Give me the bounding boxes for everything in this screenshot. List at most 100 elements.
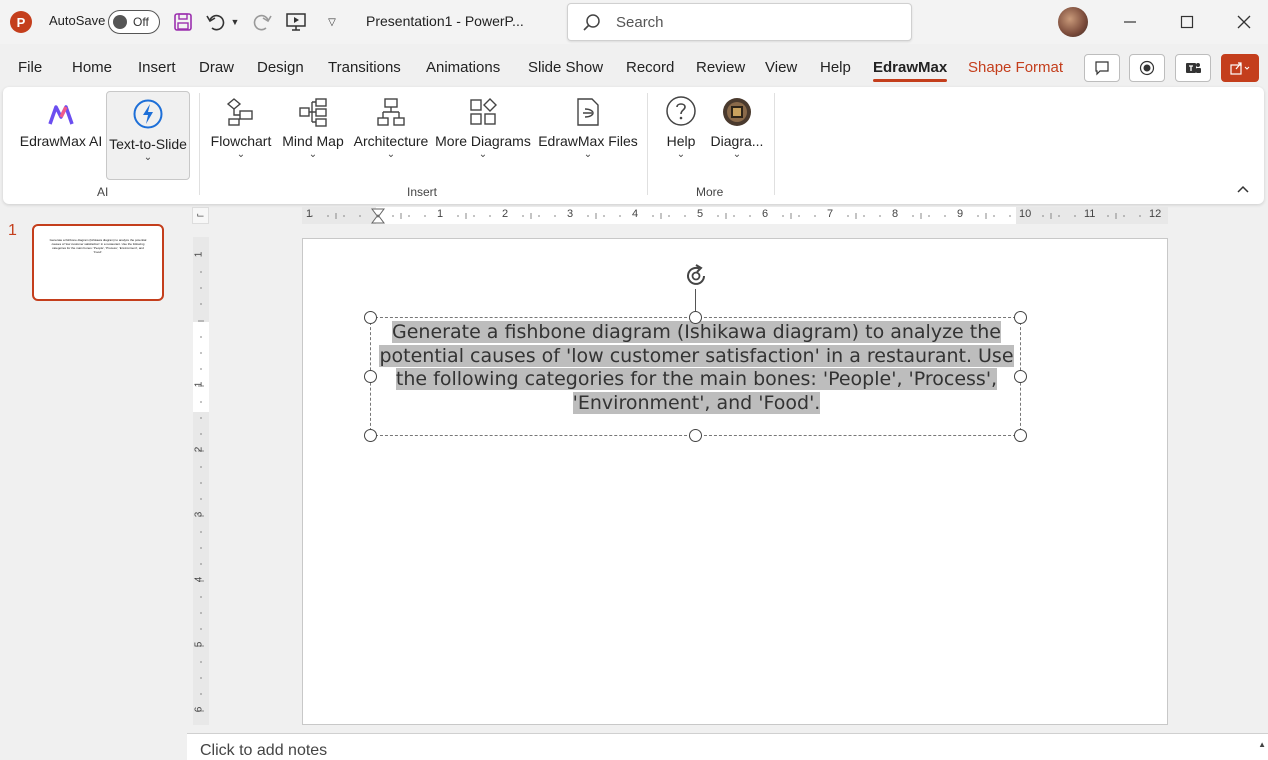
ruler-number: 8 — [892, 208, 899, 220]
resize-handle-bottom-right[interactable] — [1014, 429, 1027, 442]
thumbnail-text: Generate a fishbone diagram (Ishikawa di… — [49, 238, 147, 254]
present-from-beginning-icon[interactable] — [284, 10, 308, 34]
minimize-icon[interactable] — [1115, 8, 1145, 36]
undo-dropdown-icon[interactable]: ▼ — [228, 10, 242, 34]
tab-transitions[interactable]: Transitions — [328, 59, 401, 76]
tab-record[interactable]: Record — [626, 59, 674, 76]
chevron-down-icon: ⌄ — [478, 149, 488, 160]
edrawmax-ai-button[interactable]: EdrawMax AI — [15, 87, 107, 149]
undo-icon[interactable] — [204, 10, 228, 34]
tab-edrawmax[interactable]: EdrawMax — [873, 59, 948, 82]
ruler-number: 2 — [502, 208, 509, 220]
ruler-number: 1 — [193, 381, 205, 388]
teams-present-button[interactable] — [1175, 54, 1211, 82]
edrawmax-ai-label: EdrawMax AI — [19, 133, 103, 149]
chevron-down-icon: ⌄ — [583, 149, 593, 160]
autosave-state: Off — [133, 15, 149, 29]
comments-button[interactable] — [1084, 54, 1120, 82]
text-line: Generate a fishbone diagram (Ishikawa di… — [392, 321, 1001, 343]
flowchart-label: Flowchart — [210, 133, 272, 149]
help-label: Help — [666, 133, 696, 149]
tab-review[interactable]: Review — [696, 59, 745, 76]
more-diagrams-button[interactable]: More Diagrams ⌄ — [433, 87, 533, 160]
selected-text-box[interactable]: Generate a fishbone diagram (Ishikawa di… — [370, 317, 1021, 436]
redo-icon[interactable] — [250, 10, 274, 34]
chevron-down-icon: ⌄ — [386, 149, 396, 160]
tab-insert[interactable]: Insert — [138, 59, 176, 76]
text-to-slide-button[interactable]: Text-to-Slide ⌄ — [106, 91, 190, 180]
resize-handle-top-left[interactable] — [364, 311, 377, 324]
notes-placeholder: Click to add notes — [200, 742, 328, 759]
mind-map-icon — [278, 89, 348, 129]
rotate-handle-icon[interactable] — [682, 262, 710, 295]
resize-handle-top-right[interactable] — [1014, 311, 1027, 324]
flowchart-icon — [209, 89, 273, 129]
autosave-label: AutoSave — [49, 13, 106, 28]
text-box-content[interactable]: Generate a fishbone diagram (Ishikawa di… — [371, 321, 1022, 415]
group-label-ai: AI — [97, 185, 109, 199]
group-separator — [647, 93, 648, 195]
ruler-number: 6 — [762, 208, 769, 220]
mind-map-button[interactable]: Mind Map ⌄ — [278, 87, 348, 160]
maximize-icon[interactable] — [1172, 8, 1202, 36]
ruler-number: 11 — [1084, 208, 1096, 220]
tab-selector-icon[interactable]: ⌙ — [192, 207, 209, 224]
text-to-slide-label: Text-to-Slide — [109, 136, 187, 152]
document-title: Presentation1 - PowerP... — [366, 13, 524, 29]
slide-number: 1 — [8, 222, 17, 239]
customize-quick-access-icon[interactable]: ▽ — [320, 10, 344, 34]
ribbon: EdrawMax AI Text-to-Slide ⌄ AI Flowchart… — [3, 87, 1264, 204]
save-icon[interactable] — [171, 10, 195, 34]
resize-handle-bottom-left[interactable] — [364, 429, 377, 442]
ruler-number: 4 — [632, 208, 639, 220]
more-diagrams-icon — [433, 89, 533, 129]
ruler-number: 1 — [437, 208, 444, 220]
diagram-gallery-button[interactable]: Diagra... ⌄ — [707, 87, 767, 160]
slide-thumbnail[interactable]: Generate a fishbone diagram (Ishikawa di… — [32, 224, 164, 301]
help-button[interactable]: Help ⌄ — [659, 87, 703, 160]
ruler-number: 1 — [306, 208, 313, 220]
user-avatar[interactable] — [1058, 7, 1088, 37]
chevron-down-icon: ⌄ — [143, 152, 153, 163]
text-line: the following categories for the main bo… — [395, 368, 998, 390]
tab-animations[interactable]: Animations — [426, 59, 500, 76]
tab-file[interactable]: File — [18, 59, 42, 76]
mind-map-label: Mind Map — [282, 133, 344, 149]
resize-handle-left[interactable] — [364, 370, 377, 383]
resize-handle-top[interactable] — [689, 311, 702, 324]
tab-help[interactable]: Help — [820, 59, 851, 76]
tab-view[interactable]: View — [765, 59, 797, 76]
flowchart-button[interactable]: Flowchart ⌄ — [209, 87, 273, 160]
search-icon — [582, 13, 602, 38]
scroll-up-arrow-icon[interactable]: ▲ — [1258, 740, 1266, 749]
text-line: potential causes of 'low customer satisf… — [379, 344, 1014, 367]
chevron-down-icon: ⌄ — [308, 149, 318, 160]
resize-handle-right[interactable] — [1014, 370, 1027, 383]
close-icon[interactable] — [1229, 8, 1259, 36]
tab-draw[interactable]: Draw — [199, 59, 234, 76]
record-button[interactable] — [1129, 54, 1165, 82]
tab-design[interactable]: Design — [257, 59, 304, 76]
slide-canvas[interactable] — [302, 238, 1168, 725]
horizontal-ruler: 1 1 2 3 4 5 6 7 8 9 10 11 12 — [302, 207, 1168, 224]
ruler-number: 3 — [193, 511, 205, 518]
edrawmax-files-button[interactable]: EdrawMax Files ⌄ — [538, 87, 638, 160]
powerpoint-logo-icon: P — [10, 11, 32, 33]
share-button[interactable] — [1221, 54, 1259, 82]
help-icon — [659, 89, 703, 129]
search-box[interactable]: Search — [567, 3, 912, 41]
chevron-down-icon: ⌄ — [676, 149, 686, 160]
ruler-number: 3 — [567, 208, 574, 220]
tab-shape-format[interactable]: Shape Format — [968, 59, 1063, 76]
diagram-gallery-icon — [707, 89, 767, 129]
collapse-ribbon-icon[interactable] — [1236, 183, 1250, 197]
autosave-toggle[interactable]: Off — [108, 10, 160, 34]
notes-pane[interactable]: Click to add notes — [187, 733, 1268, 760]
ruler-number: 12 — [1149, 208, 1162, 220]
tab-home[interactable]: Home — [72, 59, 112, 76]
architecture-button[interactable]: Architecture ⌄ — [351, 87, 431, 160]
group-separator — [774, 93, 775, 195]
resize-handle-bottom[interactable] — [689, 429, 702, 442]
vertical-ruler: 1 1 2 3 4 5 6 — [193, 237, 209, 725]
tab-slide-show[interactable]: Slide Show — [528, 59, 603, 76]
